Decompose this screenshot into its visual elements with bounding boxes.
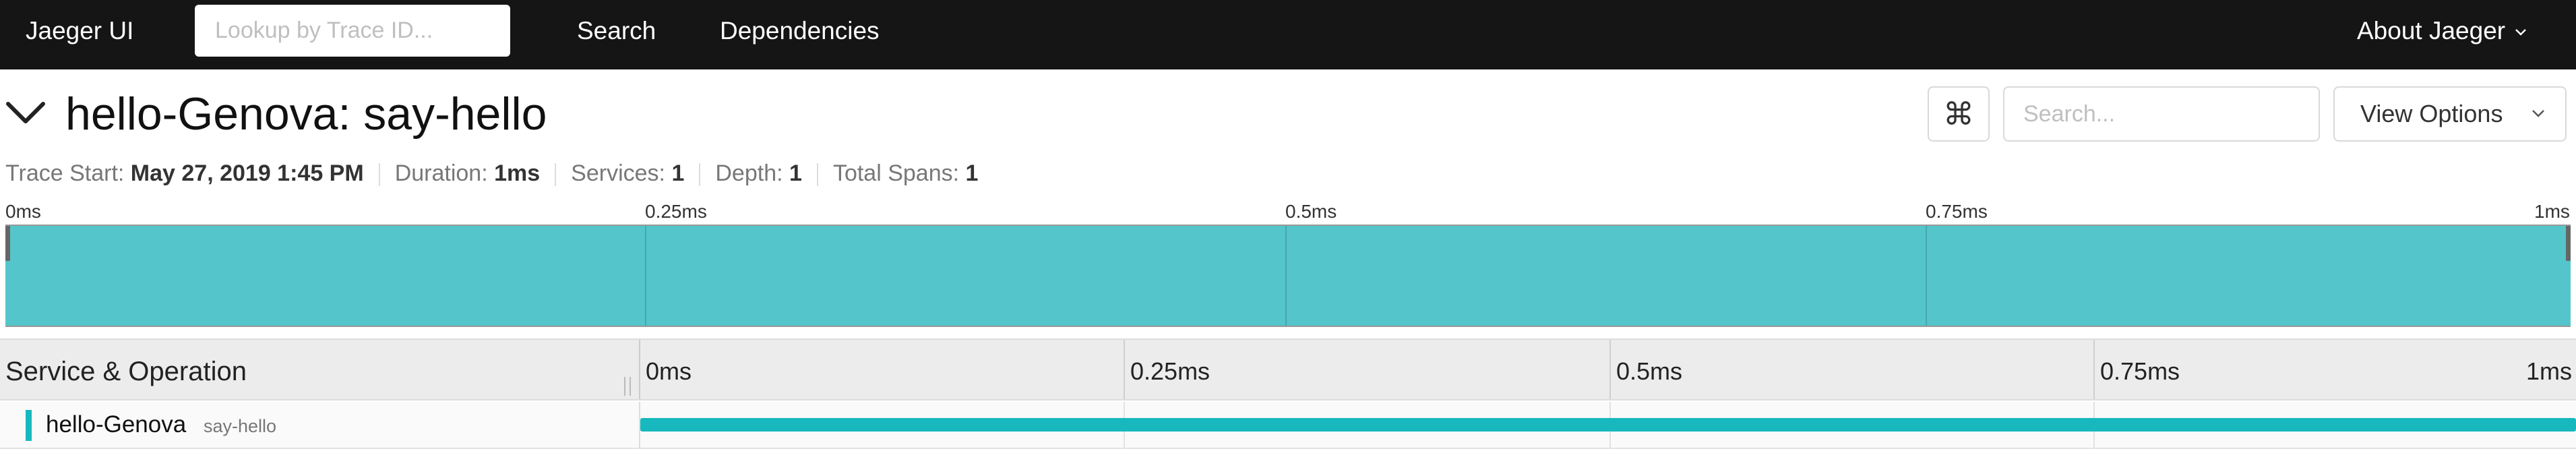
minimap-tick-label: 0ms <box>5 201 41 222</box>
brand-logo[interactable]: Jaeger UI <box>26 16 133 46</box>
meta-divider <box>816 163 818 187</box>
span-duration-bar[interactable] <box>640 418 2576 432</box>
timeline-gridline <box>2093 340 2095 399</box>
about-jaeger-label: About Jaeger <box>2357 17 2506 44</box>
minimap-tick-label: 0.5ms <box>1285 201 1337 222</box>
trace-search-input[interactable] <box>2003 86 2320 142</box>
span-row[interactable]: hello-Genova say-hello <box>0 402 2576 449</box>
nav-search-link[interactable]: Search <box>577 16 656 46</box>
trace-metadata: Trace Start: May 27, 2019 1:45 PM Duratio… <box>5 160 978 187</box>
meta-value: 1 <box>965 160 979 186</box>
meta-divider <box>699 163 701 187</box>
timeline-tick-label: 0.75ms <box>2100 357 2180 385</box>
meta-value: 1ms <box>494 160 541 186</box>
service-operation-header: Service & Operation <box>5 357 247 386</box>
meta-label: Depth: <box>715 160 783 186</box>
meta-divider <box>555 163 557 187</box>
span-operation-name: say-hello <box>204 416 277 436</box>
column-resize-handle[interactable] <box>624 377 631 396</box>
timeline-gridline <box>1609 340 1611 399</box>
about-jaeger-menu[interactable]: About Jaeger <box>2357 16 2527 46</box>
minimap-tick-label: 0.25ms <box>645 201 707 222</box>
timeline-tick-label: 0.25ms <box>1130 357 1210 385</box>
meta-label: Services: <box>571 160 665 186</box>
service-color-indicator <box>26 410 32 441</box>
view-options-dropdown[interactable]: View Options <box>2333 86 2567 142</box>
timeline-header: Service & Operation 0ms 0.25ms 0.5ms 0.7… <box>0 338 2576 400</box>
trace-title: hello-Genova: say-hello <box>65 88 547 140</box>
minimap-gridline <box>645 226 646 326</box>
trace-minimap[interactable] <box>5 225 2571 327</box>
top-nav: Jaeger UI Search Dependencies About Jaeg… <box>0 0 2576 69</box>
minimap-gridline <box>1285 226 1287 326</box>
meta-label: Duration: <box>394 160 488 186</box>
timeline-tick-label: 1ms <box>2526 357 2573 385</box>
chevron-down-icon <box>2515 29 2526 36</box>
meta-value: May 27, 2019 1:45 PM <box>130 160 364 186</box>
minimap-right-handle[interactable] <box>2566 226 2571 261</box>
timeline-tick-label: 0.5ms <box>1616 357 1683 385</box>
keyboard-shortcuts-button[interactable]: ⌘ <box>1928 86 1990 142</box>
nav-dependencies-link[interactable]: Dependencies <box>720 16 880 46</box>
span-service-name: hello-Genova <box>46 411 187 438</box>
timeline-gridline <box>1124 340 1125 399</box>
total-spans-meta: Total Spans: 1 <box>833 160 979 187</box>
trace-id-lookup-input[interactable] <box>195 5 510 57</box>
timeline-tick-label: 0ms <box>646 357 692 385</box>
minimap-gridline <box>1926 226 1927 326</box>
minimap-tick-label: 0.75ms <box>1926 201 1988 222</box>
chevron-down-icon <box>2532 110 2544 117</box>
meta-divider <box>378 163 380 187</box>
depth-meta: Depth: 1 <box>715 160 802 187</box>
trace-start-meta: Trace Start: May 27, 2019 1:45 PM <box>5 160 364 187</box>
duration-meta: Duration: 1ms <box>395 160 540 187</box>
minimap-left-handle[interactable] <box>5 226 10 261</box>
minimap-tick-label: 1ms <box>2534 201 2570 222</box>
column-divider <box>639 340 640 399</box>
meta-label: Total Spans: <box>832 160 960 186</box>
services-meta: Services: 1 <box>571 160 684 187</box>
command-key-icon: ⌘ <box>1943 96 1974 131</box>
meta-value: 1 <box>671 160 685 186</box>
meta-value: 1 <box>789 160 802 186</box>
span-name-column[interactable]: hello-Genova say-hello <box>0 402 639 448</box>
chevron-down-icon[interactable] <box>5 100 46 127</box>
meta-label: Trace Start: <box>5 160 125 186</box>
view-options-label: View Options <box>2360 100 2503 127</box>
